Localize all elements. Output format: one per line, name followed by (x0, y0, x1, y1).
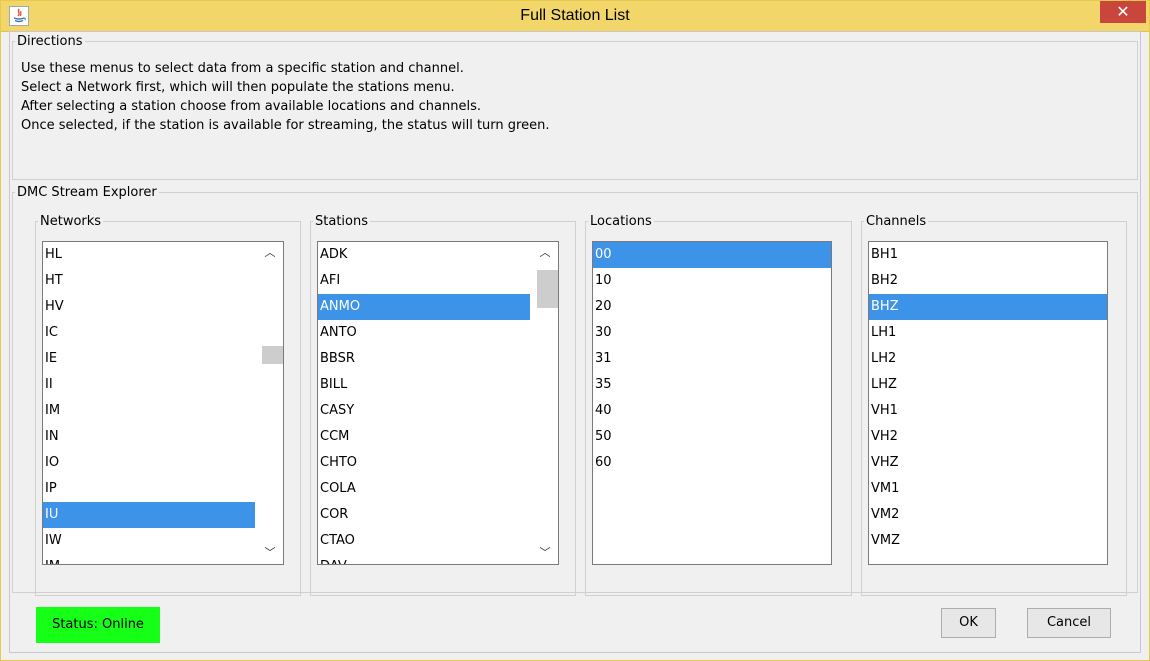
stations-list-item[interactable]: COLA (318, 476, 530, 502)
close-button[interactable]: ✕ (1100, 1, 1146, 23)
channels-label: Channels (866, 214, 927, 229)
locations-list-item[interactable]: 31 (593, 346, 831, 372)
directions-panel: Directions Use these menus to select dat… (12, 34, 1138, 180)
networks-list-item[interactable]: HV (43, 294, 255, 320)
status-badge: Status: Online (36, 607, 160, 643)
stations-list-item[interactable]: BILL (318, 372, 530, 398)
networks-list[interactable]: HLHTHVICIEIIIMINIOIPIUIWJM ︿ ﹀ (42, 241, 284, 565)
stations-scrollbar[interactable]: ︿ ﹀ (531, 242, 558, 564)
networks-label: Networks (40, 214, 102, 229)
channels-list-item[interactable]: VH1 (869, 398, 1107, 424)
channels-list-item[interactable]: LHZ (869, 372, 1107, 398)
locations-list-item[interactable]: 60 (593, 450, 831, 476)
networks-list-item[interactable]: IW (43, 528, 255, 554)
channels-list-item[interactable]: VH2 (869, 424, 1107, 450)
stations-list-item[interactable]: COR (318, 502, 530, 528)
stations-list[interactable]: ADK AFI ANMO ANTO BBSR BILL CASY CCM CHTO COLA COR… (317, 241, 559, 565)
channels-list-item[interactable]: VM1 (869, 476, 1107, 502)
cancel-button[interactable]: Cancel (1027, 608, 1111, 638)
stations-list-item[interactable]: BBSR (318, 346, 530, 372)
stations-list-item[interactable]: CASY (318, 398, 530, 424)
networks-items: HLHTHVICIEIIIMINIOIPIUIWJM (43, 242, 255, 564)
dialog-content: Directions Use these menus to select dat… (9, 31, 1141, 653)
networks-list-item[interactable]: IE (43, 346, 255, 372)
locations-list-item[interactable]: 20 (593, 294, 831, 320)
direction-line: Use these menus to select data from a sp… (21, 61, 464, 76)
channels-list-item[interactable]: LH1 (869, 320, 1107, 346)
chevron-down-icon[interactable]: ﹀ (532, 544, 558, 562)
title-bar[interactable]: Full Station List ✕ (1, 1, 1149, 32)
channels-items: BH1 BH2 BHZ LH1 LH2 LHZ VH1 VH2 VHZ VM1 VM2 VMZ (869, 242, 1107, 554)
networks-list-item[interactable]: IN (43, 424, 255, 450)
channels-list-item[interactable]: BHZ (869, 294, 1107, 320)
networks-list-item[interactable]: HL (43, 242, 255, 268)
stations-list-item[interactable]: AFI (318, 268, 530, 294)
locations-label: Locations (590, 214, 652, 229)
ok-button[interactable]: OK (941, 608, 996, 638)
networks-list-item[interactable]: IC (43, 320, 255, 346)
channels-list-item[interactable]: LH2 (869, 346, 1107, 372)
networks-list-item[interactable]: IM (43, 398, 255, 424)
networks-list-item[interactable]: JM (43, 554, 255, 564)
stations-list-item[interactable]: ADK (318, 242, 530, 268)
networks-list-item[interactable]: II (43, 372, 255, 398)
chevron-down-icon[interactable]: ﹀ (257, 544, 283, 562)
locations-list-item[interactable]: 30 (593, 320, 831, 346)
stations-scroll-thumb[interactable] (537, 270, 558, 308)
networks-list-item[interactable]: IO (43, 450, 255, 476)
stations-group: Stations ADK AFI ANMO ANTO BBSR BILL CASY CCM CH… (310, 214, 576, 596)
networks-scroll-thumb[interactable] (262, 346, 283, 364)
locations-group: Locations 00 10 20 30 31 35 40 50 60 (585, 214, 852, 596)
channels-list-item[interactable]: VMZ (869, 528, 1107, 554)
dialog-window: Full Station List ✕ Directions Use these… (0, 0, 1150, 661)
stations-list-item[interactable]: CCM (318, 424, 530, 450)
chevron-up-icon[interactable]: ︿ (532, 244, 558, 262)
locations-list-item[interactable]: 50 (593, 424, 831, 450)
chevron-up-icon[interactable]: ︿ (257, 244, 283, 262)
stations-items: ADK AFI ANMO ANTO BBSR BILL CASY CCM CHTO COLA COR… (318, 242, 530, 564)
directions-text: Use these menus to select data from a sp… (21, 59, 549, 135)
stations-list-item[interactable]: ANTO (318, 320, 530, 346)
window-title: Full Station List (520, 7, 630, 24)
direction-line: After selecting a station choose from av… (21, 99, 481, 114)
networks-group: Networks HLHTHVICIEIIIMINIOIPIUIWJM ︿ ﹀ (35, 214, 301, 596)
stations-list-item[interactable]: ANMO (318, 294, 530, 320)
stations-list-item[interactable]: DAV (318, 554, 530, 564)
locations-list-item[interactable]: 10 (593, 268, 831, 294)
channels-list-item[interactable]: BH2 (869, 268, 1107, 294)
locations-list-item[interactable]: 40 (593, 398, 831, 424)
stream-explorer-legend: DMC Stream Explorer (17, 185, 157, 200)
channels-group: Channels BH1 BH2 BHZ LH1 LH2 LHZ VH1 VH2 VHZ VM1 V… (861, 214, 1127, 596)
networks-list-item[interactable]: IU (43, 502, 255, 528)
channels-list-item[interactable]: BH1 (869, 242, 1107, 268)
stations-label: Stations (315, 214, 368, 229)
networks-list-item[interactable]: IP (43, 476, 255, 502)
channels-list-item[interactable]: VHZ (869, 450, 1107, 476)
direction-line: Select a Network first, which will then … (21, 80, 455, 95)
direction-line: Once selected, if the station is availab… (21, 118, 550, 133)
stream-explorer-panel: DMC Stream Explorer Networks HL HT HV IC IE I… (12, 185, 1138, 596)
networks-list-item[interactable]: HT (43, 268, 255, 294)
locations-items: 00 10 20 30 31 35 40 50 60 (593, 242, 831, 476)
locations-list[interactable]: 00 10 20 30 31 35 40 50 60 (592, 241, 832, 565)
channels-list[interactable]: BH1 BH2 BHZ LH1 LH2 LHZ VH1 VH2 VHZ VM1 VM2 VMZ (868, 241, 1108, 565)
networks-scrollbar[interactable]: ︿ ﹀ (256, 242, 283, 564)
stations-list-item[interactable]: CTAO (318, 528, 530, 554)
directions-legend: Directions (17, 34, 83, 49)
locations-list-item[interactable]: 35 (593, 372, 831, 398)
channels-list-item[interactable]: VM2 (869, 502, 1107, 528)
locations-list-item[interactable]: 00 (593, 242, 831, 268)
stations-list-item[interactable]: CHTO (318, 450, 530, 476)
